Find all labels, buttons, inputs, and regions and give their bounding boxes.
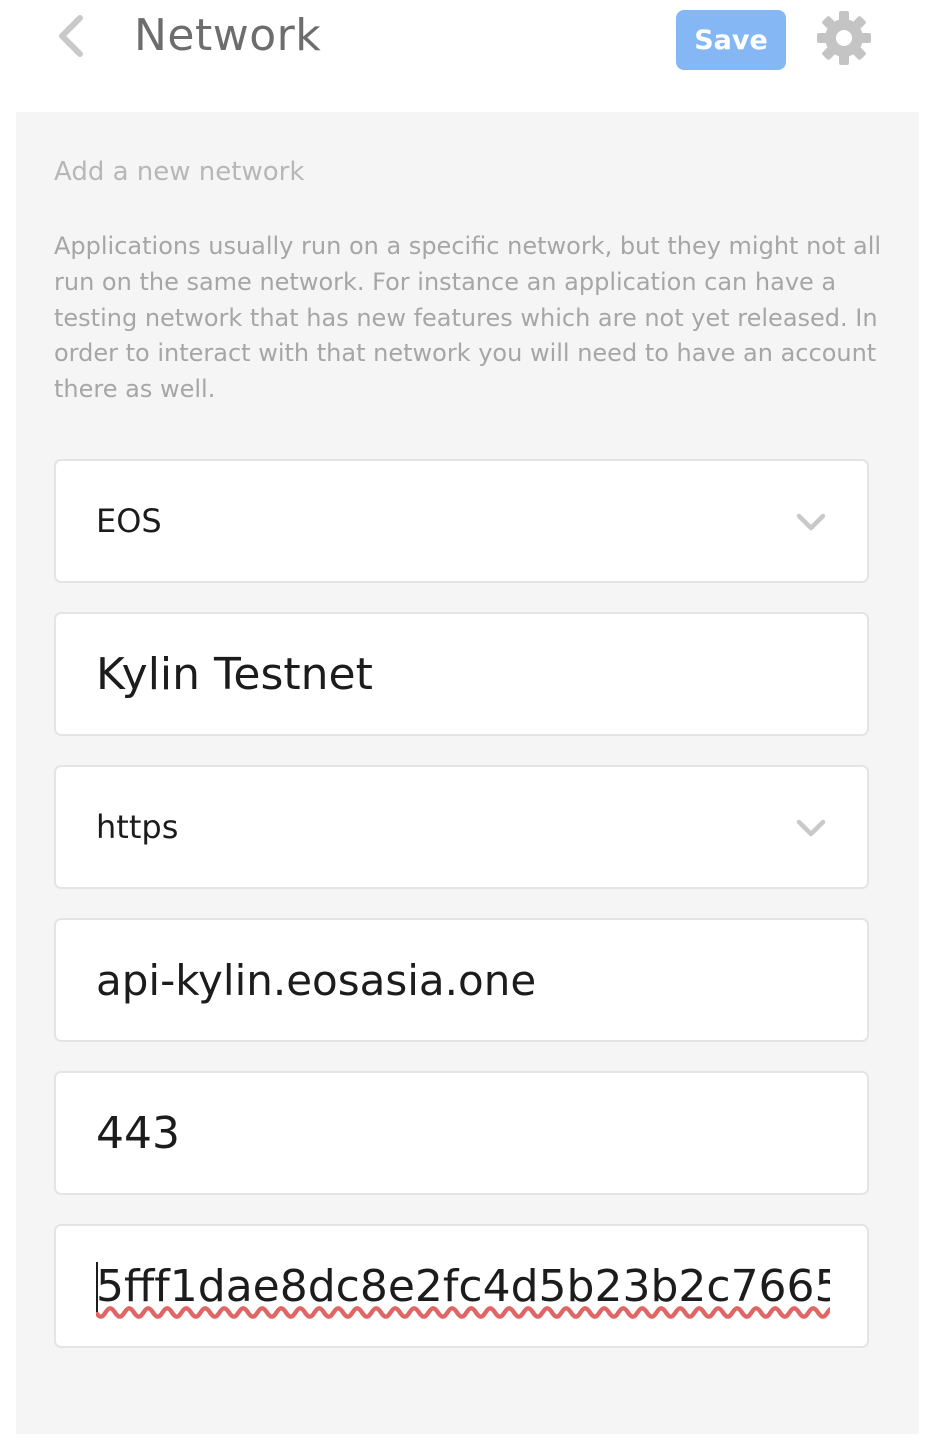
blockchain-select[interactable]: EOS <box>54 459 869 583</box>
page-title: Network <box>134 10 322 61</box>
host-field[interactable]: api-kylin.eosasia.one <box>54 918 869 1042</box>
save-button[interactable]: Save <box>676 10 786 70</box>
chevron-down-icon <box>796 513 826 531</box>
back-button[interactable] <box>50 10 94 62</box>
port-value: 443 <box>96 1107 180 1159</box>
blockchain-select-value: EOS <box>96 502 162 540</box>
chain-id-value: 5fff1dae8dc8e2fc4d5b23b2c7665c97f9e9d8ed… <box>96 1260 830 1312</box>
chevron-down-icon <box>796 819 826 837</box>
settings-button[interactable] <box>816 10 872 66</box>
port-field[interactable]: 443 <box>54 1071 869 1195</box>
host-value: api-kylin.eosasia.one <box>96 955 537 1005</box>
network-name-value: Kylin Testnet <box>96 648 373 700</box>
text-caret <box>96 1262 98 1312</box>
gear-icon <box>817 11 871 65</box>
chevron-left-icon <box>59 15 83 57</box>
network-name-field[interactable]: Kylin Testnet <box>54 612 869 736</box>
section-subtitle: Add a new network <box>54 157 305 187</box>
header-bar: Network Save <box>0 0 940 112</box>
protocol-select-value: https <box>96 808 179 846</box>
network-form-panel: Add a new network Applications usually r… <box>16 112 919 1434</box>
protocol-select[interactable]: https <box>54 765 869 889</box>
section-description: Applications usually run on a specific n… <box>54 232 882 404</box>
chain-id-viewport: 5fff1dae8dc8e2fc4d5b23b2c7665c97f9e9d8ed… <box>94 1226 830 1346</box>
chain-id-field[interactable]: 5fff1dae8dc8e2fc4d5b23b2c7665c97f9e9d8ed… <box>54 1224 869 1348</box>
